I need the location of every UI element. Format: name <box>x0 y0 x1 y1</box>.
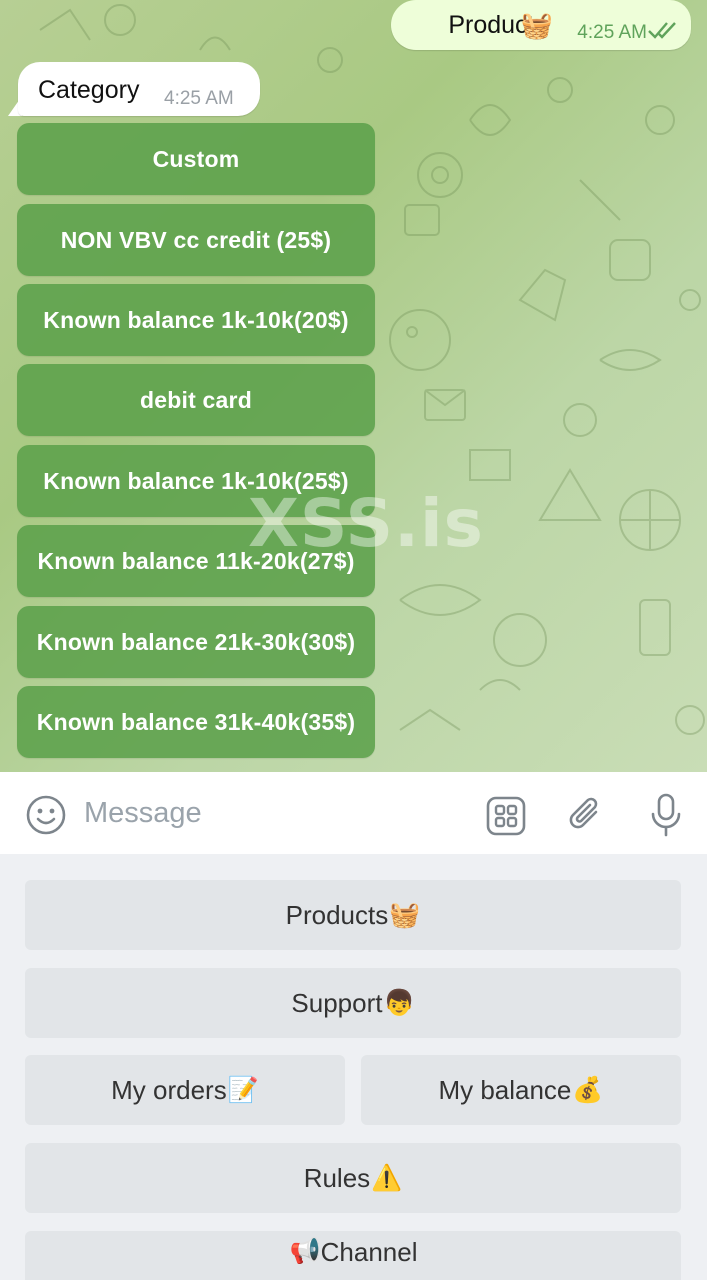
message-input[interactable]: Message <box>84 797 202 830</box>
inline-button-custom[interactable]: Custom <box>17 123 375 195</box>
megaphone-emoji: 📢 <box>289 1237 321 1265</box>
inline-button-debit-card[interactable]: debit card <box>17 364 375 436</box>
memo-emoji: 📝 <box>227 1075 259 1104</box>
keyboard-button-support[interactable]: Support 👦 <box>25 968 681 1038</box>
watermark: XSS.is <box>248 485 484 562</box>
keyboard-button-channel[interactable]: 📢 Channel <box>25 1231 681 1280</box>
basket-emoji: 🧺 <box>389 900 421 929</box>
keyboard-button-rules[interactable]: Rules ⚠️ <box>25 1143 681 1213</box>
warning-emoji: ⚠️ <box>371 1163 403 1192</box>
keyboard-button-label: Products <box>285 899 389 930</box>
boy-emoji: 👦 <box>383 988 415 1017</box>
keyboard-toggle-icon[interactable] <box>486 796 526 836</box>
keyboard-button-my-balance[interactable]: My balance 💰 <box>361 1055 681 1125</box>
keyboard-button-products[interactable]: Products 🧺 <box>25 880 681 950</box>
keyboard-button-label: Channel <box>320 1237 418 1267</box>
microphone-icon[interactable] <box>648 792 684 838</box>
inline-button-known-balance-31k-40k[interactable]: Known balance 31k-40k(35$) <box>17 686 375 758</box>
inline-button-known-balance-1k-10k-20[interactable]: Known balance 1k-10k(20$) <box>17 284 375 356</box>
inline-button-non-vbv-cc-credit[interactable]: NON VBV cc credit (25$) <box>17 204 375 276</box>
inline-button-known-balance-21k-30k[interactable]: Known balance 21k-30k(30$) <box>17 606 375 678</box>
keyboard-button-label: My balance <box>438 1074 572 1105</box>
emoji-icon[interactable] <box>25 794 67 836</box>
keyboard-button-label: Rules <box>303 1162 371 1193</box>
keyboard-button-label: Support <box>291 987 383 1018</box>
incoming-message-time: 4:25 AM <box>164 88 234 109</box>
basket-emoji: 🧺 <box>520 10 553 40</box>
keyboard-button-my-orders[interactable]: My orders 📝 <box>25 1055 345 1125</box>
keyboard-button-label: My orders <box>111 1074 227 1105</box>
money-bag-emoji: 💰 <box>572 1075 604 1104</box>
double-check-icon <box>648 22 676 39</box>
outgoing-message-time: 4:25 AM <box>577 22 647 43</box>
attach-icon[interactable] <box>566 794 606 836</box>
chat-area[interactable]: Products 🧺 4:25 AM Category 4:25 AM Cust… <box>0 0 707 772</box>
incoming-message-text: Category <box>38 76 140 104</box>
